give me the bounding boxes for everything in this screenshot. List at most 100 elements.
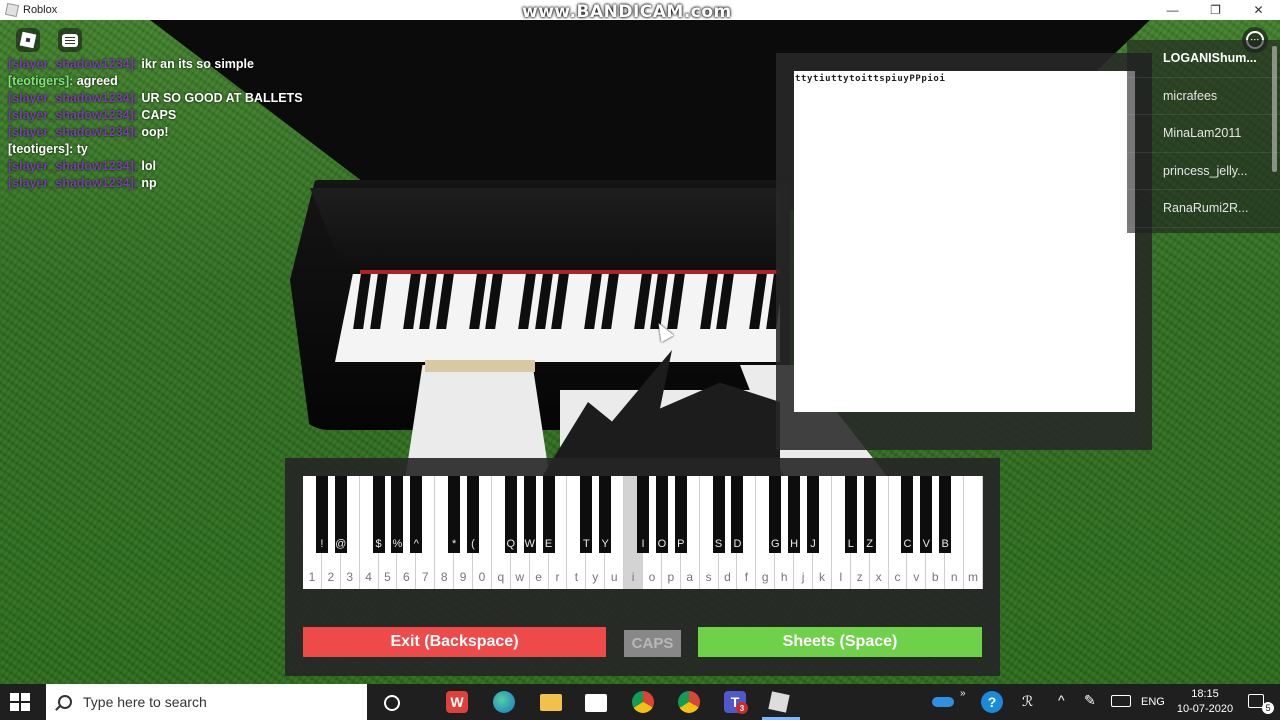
onedrive-icon[interactable] — [932, 697, 954, 707]
chrome-profile-icon[interactable] — [678, 691, 700, 713]
edge-browser-icon[interactable] — [493, 691, 515, 713]
piano-black-key[interactable]: ^ — [410, 476, 423, 553]
piano-black-key[interactable]: W — [523, 476, 536, 553]
piano-3d-black-key — [699, 274, 718, 329]
black-key-label: Q — [506, 538, 516, 550]
piano-black-key[interactable]: * — [448, 476, 461, 553]
chat-sender[interactable]: [slayer_shadow1234]: — [8, 108, 138, 122]
white-key-label: j — [801, 570, 805, 584]
notification-count: 5 — [1262, 702, 1274, 714]
piano-black-key[interactable]: P — [674, 476, 687, 553]
player-list-item[interactable]: LOGANIShum... — [1127, 40, 1280, 78]
chat-sender[interactable]: [slayer_shadow1234]: — [8, 159, 138, 173]
sheet-paper[interactable]: ttytiuttytoittspiuyPPpioi — [794, 71, 1135, 412]
piano-black-key[interactable]: L — [844, 476, 857, 553]
microsoft-store-icon[interactable] — [585, 694, 607, 712]
taskbar-search[interactable]: Type here to search — [46, 684, 367, 720]
help-icon[interactable]: ? — [981, 691, 1003, 713]
chat-sender[interactable]: [teotigers]: — [8, 74, 73, 88]
piano-3d-black-key — [600, 274, 619, 329]
white-key-label: 4 — [365, 570, 372, 584]
white-key-label: c — [894, 570, 901, 584]
piano-black-key[interactable]: G — [769, 476, 782, 553]
maximize-button[interactable]: ❐ — [1194, 0, 1237, 20]
chat-message: [slayer_shadow1234]: lol — [8, 158, 428, 175]
black-key-label: Z — [866, 538, 874, 550]
roblox-taskbar-icon[interactable] — [768, 691, 790, 713]
chat-icon — [62, 33, 78, 47]
white-key-label: h — [780, 570, 788, 584]
white-key-label: u — [610, 570, 618, 584]
wps-office-icon[interactable]: W — [446, 691, 468, 713]
black-key-label: O — [657, 538, 667, 550]
white-key-label: t — [574, 570, 579, 584]
show-hidden-icons[interactable]: ^ — [1058, 692, 1065, 708]
topbar-icons — [16, 28, 82, 52]
piano-black-key[interactable]: E — [542, 476, 555, 553]
black-key-label: ^ — [413, 538, 419, 550]
white-key-label: e — [535, 570, 542, 584]
cortana-icon[interactable] — [384, 695, 400, 711]
white-key-label: y — [592, 570, 599, 584]
piano-black-key[interactable]: Q — [504, 476, 517, 553]
bench-left-top — [425, 360, 535, 372]
caps-toggle-button[interactable]: CAPS — [624, 630, 681, 657]
piano-black-key[interactable]: H — [788, 476, 801, 553]
sheets-button[interactable]: Sheets (Space) — [698, 627, 982, 657]
close-button[interactable]: ✕ — [1237, 0, 1280, 20]
black-key-label: W — [524, 538, 535, 550]
player-list-item[interactable]: princess_jelly... — [1127, 153, 1280, 190]
tray-overflow-icon[interactable]: » — [960, 688, 966, 699]
piano-black-key[interactable]: B — [939, 476, 952, 553]
chat-sender[interactable]: [slayer_shadow1234]: — [8, 91, 138, 105]
black-key-label: L — [847, 538, 854, 550]
sheet-panel: ttytiuttytoittspiuyPPpioi — [776, 53, 1152, 450]
player-list-item[interactable]: MinaLam2011 — [1127, 115, 1280, 153]
white-key-label: 3 — [346, 570, 354, 584]
roblox-menu-button[interactable] — [16, 28, 40, 52]
white-key-label: o — [648, 570, 656, 584]
piano-black-key[interactable]: D — [731, 476, 744, 553]
piano-black-key[interactable]: $ — [372, 476, 385, 553]
piano-black-key[interactable]: T — [580, 476, 593, 553]
chat-sender[interactable]: [slayer_shadow1234]: — [8, 176, 138, 190]
white-key-label: r — [555, 570, 560, 584]
piano-3d-black-key — [551, 274, 569, 329]
piano-white-key[interactable]: m — [964, 476, 983, 589]
chat-sender[interactable]: [teotigers]: — [8, 142, 73, 156]
black-key-label: ! — [320, 538, 324, 550]
file-explorer-icon[interactable] — [540, 694, 562, 711]
piano-black-key[interactable]: % — [391, 476, 404, 553]
piano-black-key[interactable]: Z — [863, 476, 876, 553]
piano-3d-black-key — [419, 274, 437, 329]
minimize-button[interactable]: — — [1151, 0, 1194, 20]
piano-black-key[interactable]: Y — [599, 476, 612, 553]
piano-black-key[interactable]: ! — [315, 476, 328, 553]
black-key-label: B — [941, 538, 949, 550]
white-key-label: 8 — [440, 570, 448, 584]
chat-toggle-button[interactable] — [58, 28, 82, 52]
piano-black-key[interactable]: I — [637, 476, 649, 553]
chat-sender[interactable]: [slayer_shadow1234]: — [8, 57, 138, 71]
piano-black-key[interactable]: @ — [334, 476, 347, 553]
keyboard-icon[interactable] — [1111, 695, 1131, 707]
piano-black-key[interactable]: ( — [467, 476, 479, 553]
player-list-item[interactable]: micrafees — [1127, 78, 1280, 115]
piano-black-key[interactable]: S — [712, 476, 725, 553]
player-list: LOGANIShum... micrafees MinaLam2011 princes… — [1127, 40, 1280, 233]
black-key-label: * — [451, 538, 457, 550]
piano-black-key[interactable]: C — [901, 476, 914, 553]
chat-sender[interactable]: [slayer_shadow1234]: — [8, 125, 138, 139]
taskbar-clock[interactable]: 18:15 10-07-2020 — [1165, 687, 1245, 717]
start-button[interactable] — [10, 693, 30, 711]
chrome-icon[interactable] — [632, 691, 654, 713]
exit-button[interactable]: Exit (Backspace) — [303, 627, 606, 657]
pen-icon[interactable]: ✎ — [1084, 692, 1096, 709]
player-list-item[interactable]: RanaRumi2R... — [1127, 190, 1280, 228]
piano-black-key[interactable]: V — [920, 476, 933, 553]
player-list-scrollbar[interactable] — [1272, 46, 1277, 172]
piano-black-key[interactable]: J — [807, 476, 819, 553]
people-icon[interactable]: ℛ — [1022, 693, 1033, 710]
language-indicator[interactable]: ENG — [1141, 696, 1165, 708]
piano-black-key[interactable]: O — [655, 476, 668, 553]
